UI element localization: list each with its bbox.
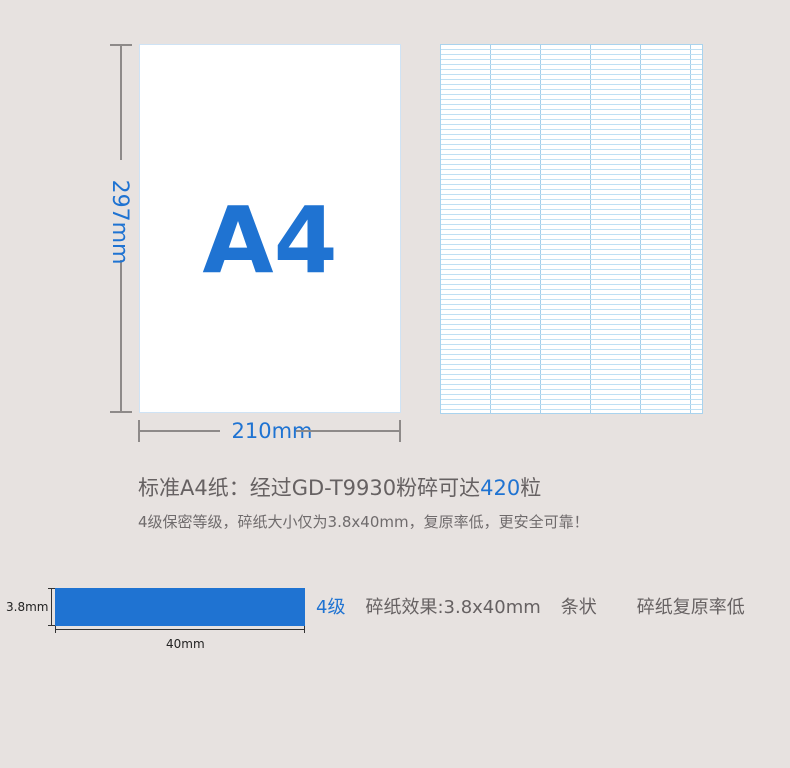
height-dimension-bottom-tick (110, 411, 132, 413)
security-level: 4级 (316, 597, 346, 618)
security-description: 4级保密等级，碎纸大小仅为3.8x40mm，复原率低，更安全可靠！ (138, 513, 589, 531)
effect-shape: 条状 (560, 597, 597, 618)
particle-height-marker (51, 588, 52, 626)
a4-label: A4 (202, 187, 338, 294)
particle-width-marker-right (304, 626, 305, 633)
shred-effect: 4级 碎纸效果:3.8x40mm 条状 碎纸复原率低 (316, 595, 745, 621)
shred-particle-strip (55, 588, 305, 626)
headline-prefix: 标准A4纸：经过GD-T9930粉碎可达 (138, 476, 481, 500)
width-dimension-right-tick (399, 420, 401, 442)
shredded-paper-illustration (440, 44, 703, 414)
effect-recovery: 碎纸复原率低 (636, 597, 745, 618)
height-dimension-line-upper (120, 44, 122, 160)
a4-paper-sheet: A4 (139, 44, 401, 413)
particle-width-marker (55, 629, 305, 630)
headline-suffix: 粒 (520, 476, 542, 500)
height-dimension-label: 297mm (107, 179, 132, 265)
headline: 标准A4纸：经过GD-T9930粉碎可达420粒 (138, 474, 541, 502)
height-dimension-line-lower (120, 260, 122, 413)
headline-count: 420 (480, 476, 521, 500)
particle-height-marker-bottom (48, 625, 55, 626)
width-dimension-line-right (296, 430, 401, 432)
particle-width-label: 40mm (166, 637, 205, 651)
particle-height-label: 3.8mm (6, 600, 49, 614)
width-dimension-line-left (138, 430, 220, 432)
particle-width-marker-left (55, 626, 56, 633)
particle-height-marker-top (48, 588, 55, 589)
effect-size: 碎纸效果:3.8x40mm (365, 597, 541, 618)
